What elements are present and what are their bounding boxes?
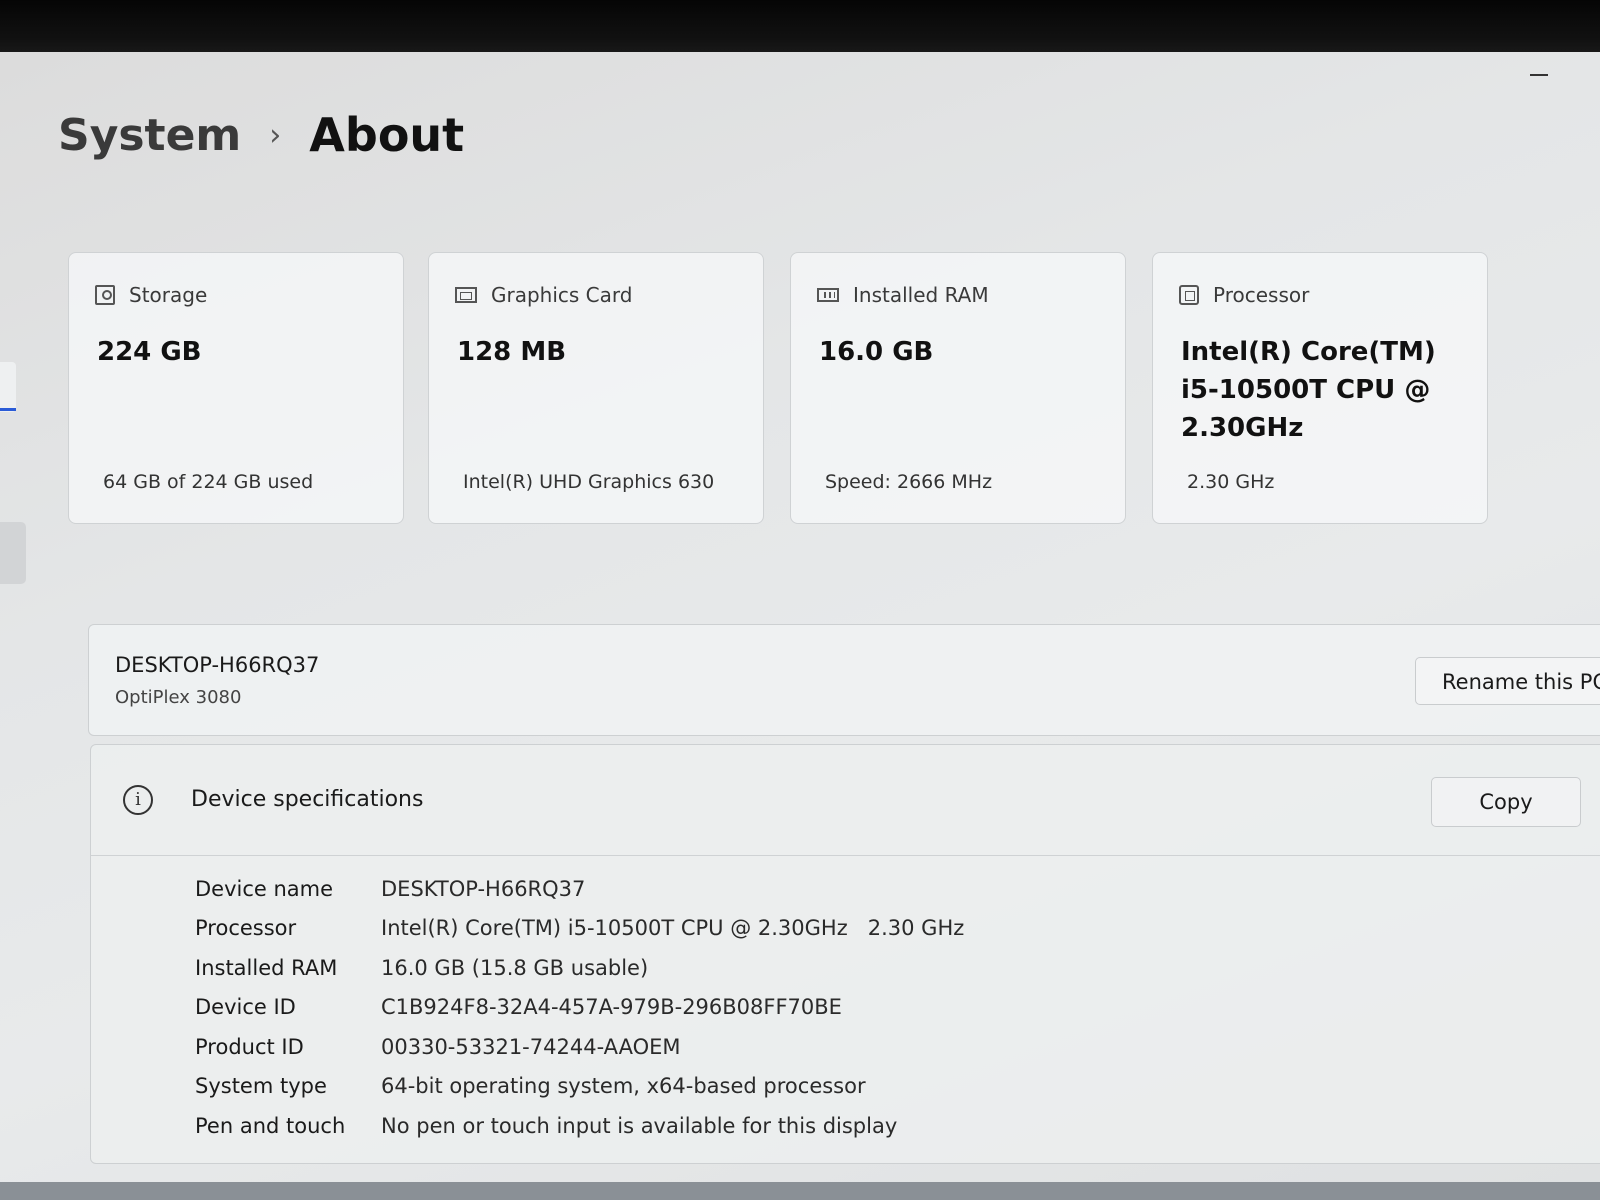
card-label: Installed RAM xyxy=(853,283,989,307)
minimize-icon[interactable] xyxy=(1530,74,1548,76)
spec-label: Pen and touch xyxy=(195,1113,346,1138)
ram-icon xyxy=(817,288,839,302)
info-icon: i xyxy=(123,785,153,815)
card-value: 224 GB xyxy=(97,337,202,367)
card-subtext: Speed: 2666 MHz xyxy=(825,471,993,493)
pc-model: OptiPlex 3080 xyxy=(115,687,242,708)
pc-name-panel: DESKTOP-H66RQ37 OptiPlex 3080 Rename thi… xyxy=(88,624,1600,736)
spec-row-installed-ram: Installed RAM 16.0 GB (15.8 GB usable) xyxy=(195,948,964,988)
card-label: Processor xyxy=(1213,283,1310,307)
card-ram[interactable]: Installed RAM 16.0 GB Speed: 2666 MHz xyxy=(790,252,1126,524)
spec-value: C1B924F8-32A4-457A-979B-296B08FF70BE xyxy=(381,995,842,1020)
spec-row-processor: Processor Intel(R) Core(TM) i5-10500T CP… xyxy=(195,909,964,949)
chevron-right-icon: › xyxy=(269,117,282,153)
spec-label: Installed RAM xyxy=(195,955,338,980)
card-label: Graphics Card xyxy=(491,283,633,307)
device-specifications-header[interactable]: i Device specifications Copy xyxy=(91,745,1600,856)
spec-label: System type xyxy=(195,1074,327,1099)
pc-name: DESKTOP-H66RQ37 xyxy=(115,653,320,677)
card-graphics[interactable]: Graphics Card 128 MB Intel(R) UHD Graphi… xyxy=(428,252,764,524)
spec-row-device-name: Device name DESKTOP-H66RQ37 xyxy=(195,869,964,909)
card-subtext: 2.30 GHz xyxy=(1187,471,1275,493)
nav-item-selected[interactable] xyxy=(0,362,16,412)
page-title: About xyxy=(309,108,465,162)
spec-row-pen-and-touch: Pen and touch No pen or touch input is a… xyxy=(195,1106,964,1146)
card-value: 128 MB xyxy=(457,337,567,367)
spec-label: Processor xyxy=(195,916,297,941)
graphics-card-icon xyxy=(455,287,477,303)
spec-label: Device ID xyxy=(195,995,296,1020)
card-storage[interactable]: Storage 224 GB 64 GB of 224 GB used xyxy=(68,252,404,524)
hardware-cards: Storage 224 GB 64 GB of 224 GB used Grap… xyxy=(68,252,1528,528)
spec-value: Intel(R) Core(TM) i5-10500T CPU @ 2.30GH… xyxy=(381,916,965,941)
card-processor[interactable]: Processor Intel(R) Core(TM) i5-10500T CP… xyxy=(1152,252,1488,524)
card-label: Storage xyxy=(129,283,208,307)
taskbar-edge xyxy=(0,1182,1600,1200)
processor-icon xyxy=(1179,285,1199,305)
card-header: Processor xyxy=(1179,283,1309,307)
card-value: 16.0 GB xyxy=(819,337,934,367)
nav-item[interactable] xyxy=(0,522,26,584)
spec-row-product-id: Product ID 00330-53321-74244-AAOEM xyxy=(195,1027,964,1067)
card-header: Graphics Card xyxy=(455,283,632,307)
spec-value: 00330-53321-74244-AAOEM xyxy=(381,1034,681,1059)
spec-value: No pen or touch input is available for t… xyxy=(381,1113,898,1138)
spec-value: DESKTOP-H66RQ37 xyxy=(381,876,586,901)
breadcrumb-system[interactable]: System xyxy=(58,110,241,161)
rename-pc-button[interactable]: Rename this PC xyxy=(1415,657,1600,705)
card-header: Storage xyxy=(95,283,207,307)
copy-button[interactable]: Copy xyxy=(1431,777,1581,827)
card-subtext: 64 GB of 224 GB used xyxy=(103,471,314,493)
spec-label: Product ID xyxy=(195,1034,304,1059)
spec-row-device-id: Device ID C1B924F8-32A4-457A-979B-296B08… xyxy=(195,988,964,1028)
spec-value: 16.0 GB (15.8 GB usable) xyxy=(381,955,649,980)
spec-label: Device name xyxy=(195,876,334,901)
nav-selection-indicator xyxy=(0,408,16,411)
spec-row-system-type: System type 64-bit operating system, x64… xyxy=(195,1067,964,1107)
device-specifications-title: Device specifications xyxy=(191,787,424,812)
breadcrumb: System › About xyxy=(58,108,464,162)
card-value: Intel(R) Core(TM) i5-10500T CPU @ 2.30GH… xyxy=(1181,337,1436,443)
card-subtext: Intel(R) UHD Graphics 630 xyxy=(463,471,715,493)
monitor-bezel xyxy=(0,0,1600,56)
spec-value: 64-bit operating system, x64-based proce… xyxy=(381,1074,866,1099)
card-header: Installed RAM xyxy=(817,283,989,307)
device-specifications-panel: i Device specifications Copy Device name… xyxy=(90,744,1600,1164)
storage-icon xyxy=(95,285,115,305)
spec-list: Device name DESKTOP-H66RQ37 Processor In… xyxy=(195,869,964,1146)
